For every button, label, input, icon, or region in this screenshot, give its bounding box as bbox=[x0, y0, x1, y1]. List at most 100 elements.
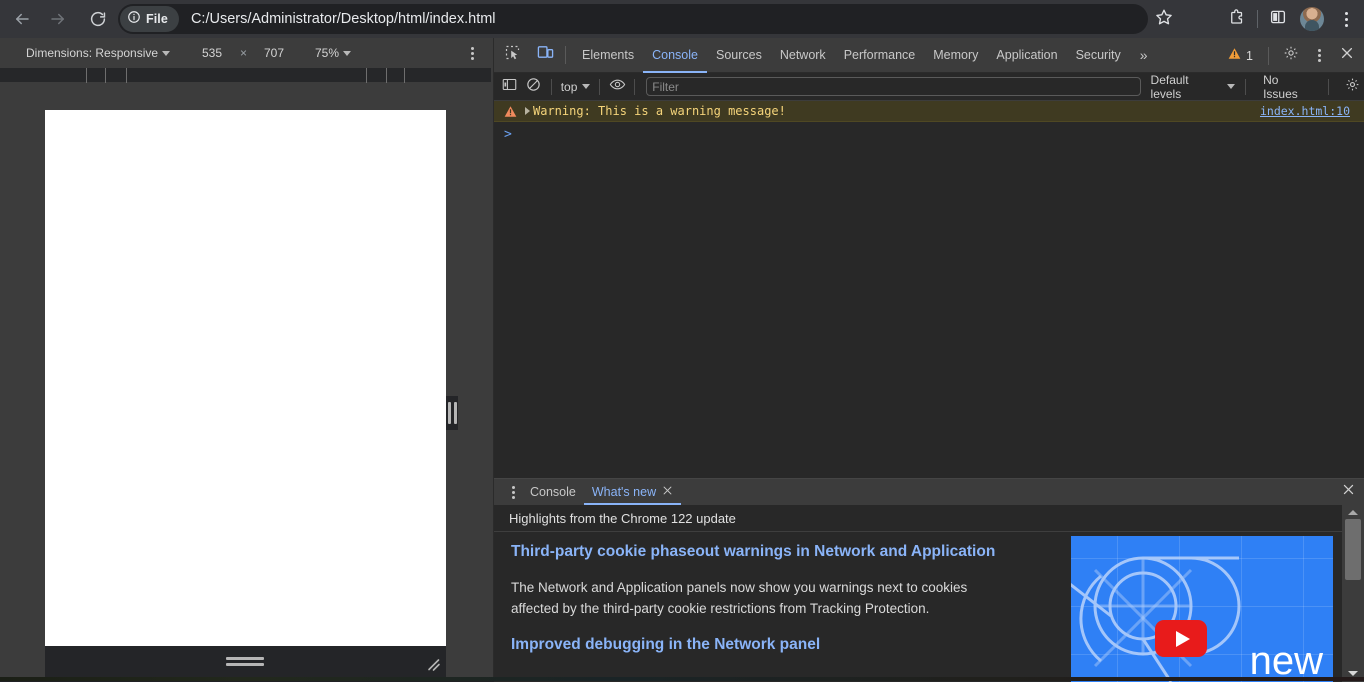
browser-toolbar: File C:/Users/Administrator/Desktop/html… bbox=[0, 0, 1364, 38]
scroll-up-arrow-icon[interactable] bbox=[1348, 510, 1358, 515]
resize-handle-right[interactable] bbox=[446, 396, 458, 430]
console-message-source-link[interactable]: index.html:10 bbox=[1260, 104, 1350, 118]
screen-bottom-strip bbox=[0, 677, 1364, 681]
close-icon[interactable] bbox=[662, 485, 673, 499]
back-arrow-icon bbox=[13, 10, 31, 28]
tab-memory[interactable]: Memory bbox=[924, 38, 987, 73]
reload-button[interactable] bbox=[84, 5, 112, 33]
eye-icon bbox=[609, 76, 626, 98]
tab-label: Elements bbox=[582, 48, 635, 62]
puzzle-icon bbox=[1228, 8, 1246, 31]
console-filter-input[interactable] bbox=[646, 77, 1141, 96]
chevron-down-icon bbox=[162, 50, 171, 56]
tab-elements[interactable]: Elements bbox=[573, 38, 643, 73]
tab-label: Network bbox=[779, 48, 826, 62]
drawer-tabbar: Console What's new bbox=[494, 479, 1364, 505]
devtools-drawer: Console What's new Highlights from the C… bbox=[494, 478, 1364, 682]
chevron-down-icon bbox=[1227, 84, 1236, 89]
drawer-more-options-button[interactable] bbox=[504, 483, 522, 501]
tab-network[interactable]: Network bbox=[771, 38, 835, 73]
console-message-warning[interactable]: Warning: This is a warning message! inde… bbox=[494, 101, 1364, 122]
whats-new-body: The Network and Application panels now s… bbox=[511, 580, 968, 616]
whats-new-video-thumbnail[interactable]: new bbox=[1071, 536, 1333, 682]
scroll-down-arrow-icon[interactable] bbox=[1348, 671, 1358, 676]
chrome-menu-button[interactable] bbox=[1332, 5, 1360, 33]
tab-sources[interactable]: Sources bbox=[707, 38, 771, 73]
kebab-menu-icon bbox=[1344, 11, 1348, 27]
toggle-device-toolbar-button[interactable] bbox=[532, 42, 558, 68]
address-bar-url[interactable]: C:/Users/Administrator/Desktop/html/inde… bbox=[191, 11, 496, 27]
resize-handle-bottom[interactable] bbox=[226, 657, 264, 666]
whats-new-content[interactable]: Third-party cookie phaseout warnings in … bbox=[494, 533, 1342, 682]
inspect-cursor-icon bbox=[505, 45, 521, 66]
viewport-width-input[interactable]: 535 bbox=[194, 46, 230, 60]
viewport-ruler[interactable] bbox=[0, 68, 494, 83]
console-prompt[interactable]: > bbox=[494, 125, 1364, 143]
clear-console-button[interactable] bbox=[522, 75, 546, 99]
issues-counter[interactable]: No Issues bbox=[1263, 73, 1316, 101]
tabbar-divider bbox=[565, 46, 566, 64]
tab-label: Memory bbox=[933, 48, 979, 62]
filter-bar-divider bbox=[599, 78, 601, 95]
tab-security[interactable]: Security bbox=[1067, 38, 1130, 73]
devtools-settings-button[interactable] bbox=[1278, 43, 1304, 69]
console-sidebar-toggle[interactable] bbox=[498, 75, 522, 99]
drawer-close-button[interactable] bbox=[1340, 484, 1356, 500]
inspect-element-button[interactable] bbox=[500, 42, 526, 68]
console-message-text: Warning: This is a warning message! bbox=[533, 104, 786, 118]
kebab-menu-icon bbox=[1317, 49, 1321, 62]
drawer-tab-console[interactable]: Console bbox=[522, 479, 584, 505]
drawer-tab-whats-new[interactable]: What's new bbox=[584, 479, 681, 505]
tab-application[interactable]: Application bbox=[987, 38, 1066, 73]
log-levels-label: Default levels bbox=[1150, 72, 1189, 101]
live-expression-button[interactable] bbox=[605, 75, 629, 99]
page-content[interactable] bbox=[45, 110, 446, 646]
dimensions-dropdown[interactable]: Dimensions: Responsive bbox=[26, 46, 171, 60]
devtools-panel: Elements Console Sources Network Perform… bbox=[494, 38, 1364, 682]
warning-count-badge[interactable]: 1 bbox=[1222, 47, 1259, 65]
youtube-play-icon[interactable] bbox=[1155, 620, 1207, 657]
tab-label: Application bbox=[996, 48, 1058, 62]
devtools-close-button[interactable] bbox=[1334, 43, 1360, 69]
tabbar-overflow-button[interactable]: » bbox=[1130, 47, 1156, 63]
console-message-list[interactable]: Warning: This is a warning message! inde… bbox=[494, 101, 1364, 516]
tab-label: Sources bbox=[715, 48, 762, 62]
execution-context-label: top bbox=[560, 79, 578, 94]
file-scheme-chip[interactable]: File bbox=[120, 6, 179, 32]
scrollbar-thumb[interactable] bbox=[1345, 519, 1361, 580]
viewport-height-input[interactable]: 707 bbox=[256, 46, 292, 60]
log-levels-dropdown[interactable]: Default levels bbox=[1151, 73, 1236, 101]
gear-icon bbox=[1283, 45, 1299, 66]
file-chip-label: File bbox=[146, 12, 168, 26]
expand-triangle-icon[interactable] bbox=[525, 107, 530, 115]
extensions-button[interactable] bbox=[1223, 5, 1251, 33]
forward-button[interactable] bbox=[44, 5, 72, 33]
avatar bbox=[1300, 7, 1324, 31]
device-more-options-button[interactable] bbox=[464, 45, 480, 61]
tab-console[interactable]: Console bbox=[643, 38, 707, 73]
console-filter-bar: top Default levels No Issues bbox=[494, 73, 1364, 101]
filter-bar-divider bbox=[634, 78, 636, 95]
whats-new-heading[interactable]: Third-party cookie phaseout warnings in … bbox=[511, 543, 995, 561]
viewport-bottom-bar bbox=[45, 646, 446, 678]
back-button[interactable] bbox=[8, 5, 36, 33]
drawer-tab-label: What's new bbox=[591, 485, 657, 499]
emulated-viewport bbox=[45, 110, 446, 678]
tab-label: Performance bbox=[843, 48, 916, 62]
drawer-scrollbar[interactable] bbox=[1342, 505, 1364, 682]
devtools-more-options-button[interactable] bbox=[1306, 43, 1332, 69]
side-panel-button[interactable] bbox=[1264, 5, 1292, 33]
zoom-dropdown[interactable]: 75% bbox=[315, 46, 352, 60]
tab-performance[interactable]: Performance bbox=[835, 38, 925, 73]
whats-new-heading[interactable]: Improved debugging in the Network panel bbox=[511, 636, 820, 654]
browser-actions bbox=[1223, 5, 1360, 33]
devtools-tabbar-actions: 1 bbox=[1222, 38, 1360, 73]
bookmark-button[interactable] bbox=[1150, 5, 1178, 33]
profile-button[interactable] bbox=[1298, 5, 1326, 33]
execution-context-dropdown[interactable]: top bbox=[557, 80, 595, 94]
resize-handle-corner[interactable] bbox=[426, 657, 442, 673]
filter-bar-divider bbox=[1245, 78, 1247, 95]
whats-new-subtitle-text: Highlights from the Chrome 122 update bbox=[509, 510, 736, 526]
address-bar[interactable]: File C:/Users/Administrator/Desktop/html… bbox=[118, 4, 1148, 34]
console-settings-button[interactable] bbox=[1340, 75, 1364, 99]
